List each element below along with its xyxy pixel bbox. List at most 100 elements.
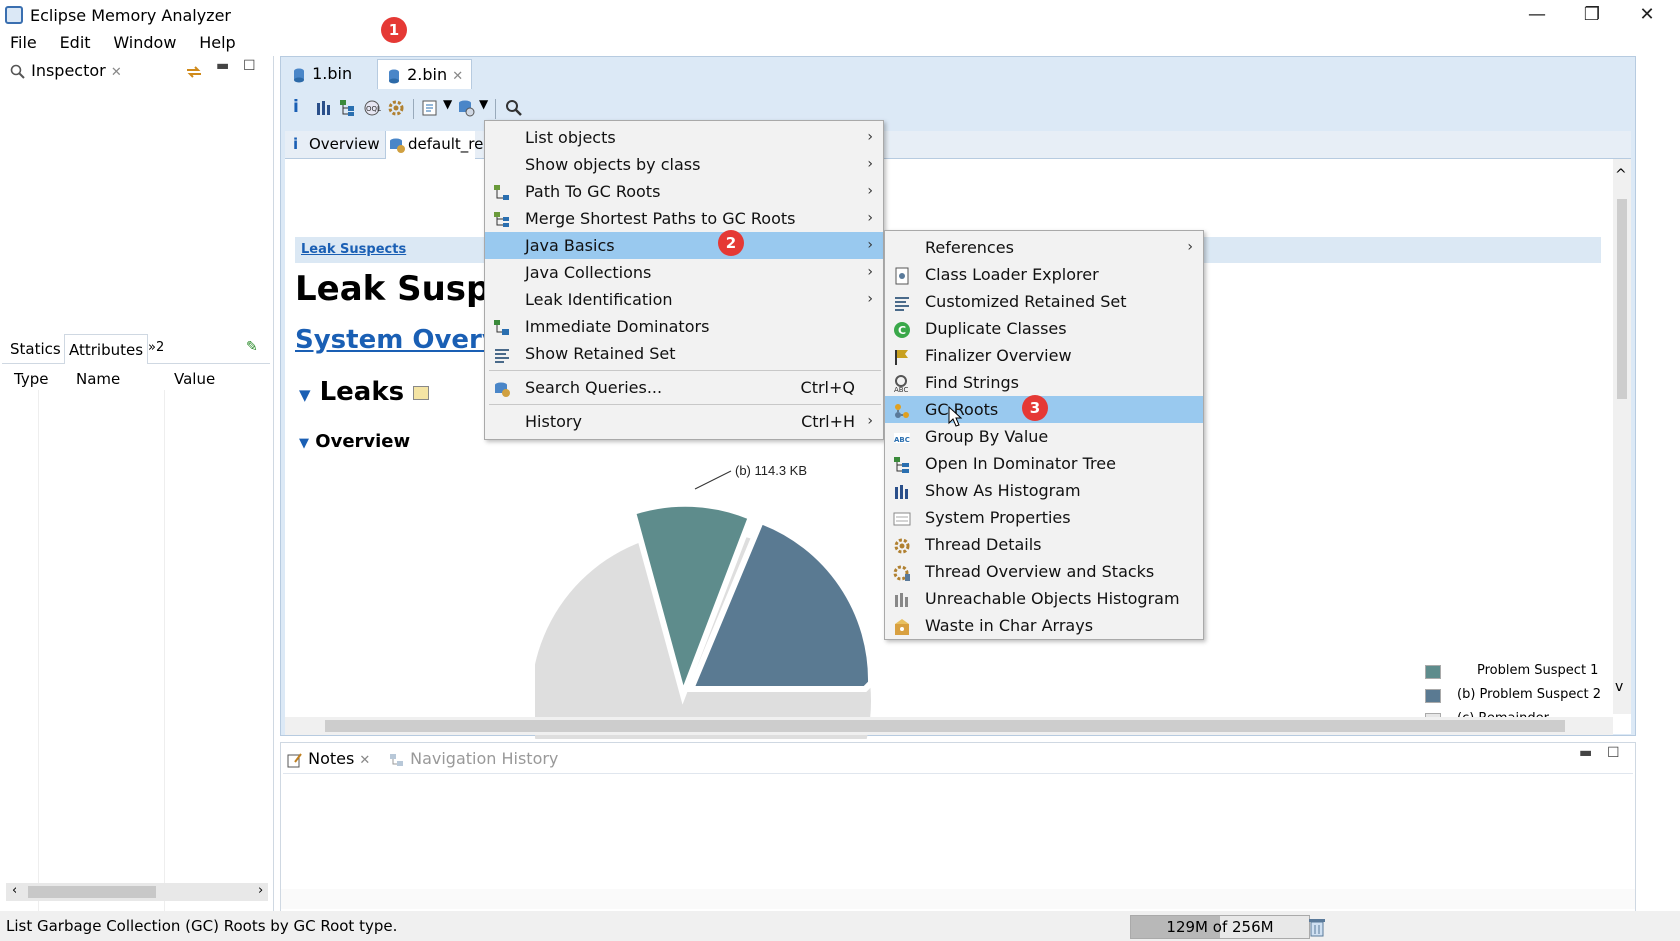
scroll-up-icon[interactable]: ^ bbox=[1615, 167, 1627, 183]
tab-notes[interactable]: Notes ✕ bbox=[287, 749, 370, 768]
thread-icon bbox=[893, 536, 911, 554]
scroll-left-icon[interactable]: ‹ bbox=[12, 883, 17, 898]
sync-icon[interactable] bbox=[184, 62, 204, 82]
close-icon[interactable]: ✕ bbox=[452, 69, 463, 84]
menu-item-show-objects-by-class[interactable]: Show objects by class › bbox=[485, 151, 883, 178]
close-icon[interactable]: ✕ bbox=[111, 65, 122, 80]
search-icon[interactable] bbox=[505, 99, 523, 117]
duplicate-icon: C bbox=[893, 320, 911, 338]
menu-item-path-to-gc-roots[interactable]: Path To GC Roots › bbox=[485, 178, 883, 205]
minimize-button[interactable]: — bbox=[1522, 2, 1552, 28]
system-overview-link[interactable]: System Overv bbox=[295, 325, 499, 355]
report-h-scrollbar[interactable] bbox=[285, 717, 1613, 735]
gear-icon[interactable] bbox=[387, 99, 405, 117]
dominator-tree-icon[interactable] bbox=[339, 99, 357, 117]
menu-item-unreachable-objects-histogram[interactable]: Unreachable Objects Histogram bbox=[885, 585, 1203, 612]
menu-item-duplicate-classes[interactable]: C Duplicate Classes bbox=[885, 315, 1203, 342]
menu-item-find-strings[interactable]: ABC Find Strings bbox=[885, 369, 1203, 396]
tab-statics[interactable]: Statics bbox=[10, 340, 61, 358]
menu-item-label: Show As Histogram bbox=[925, 481, 1081, 500]
retained-icon bbox=[893, 293, 911, 311]
menu-window[interactable]: Window bbox=[103, 30, 184, 52]
legend-swatch bbox=[1425, 689, 1441, 703]
breadcrumb-leak-suspects[interactable]: Leak Suspects bbox=[301, 242, 406, 257]
path-icon bbox=[493, 183, 511, 201]
overview-section[interactable]: ▼ Overview bbox=[299, 431, 410, 452]
notes-h-scrollbar[interactable] bbox=[281, 889, 1635, 909]
inspector-h-scrollbar[interactable]: ‹ › bbox=[6, 883, 268, 901]
submenu-arrow-icon: › bbox=[867, 413, 873, 429]
tab-attributes[interactable]: Attributes bbox=[64, 334, 149, 364]
menu-item-show-as-histogram[interactable]: Show As Histogram bbox=[885, 477, 1203, 504]
collapse-icon[interactable]: ▼ bbox=[299, 386, 311, 404]
minimize-view-icon[interactable]: ▬ bbox=[1579, 745, 1592, 761]
scroll-thumb[interactable] bbox=[325, 720, 1565, 732]
trash-icon[interactable] bbox=[1308, 917, 1326, 937]
menu-edit[interactable]: Edit bbox=[50, 30, 99, 52]
scroll-down-icon[interactable]: v bbox=[1615, 679, 1623, 695]
menu-item-thread-overview-and-stacks[interactable]: Thread Overview and Stacks bbox=[885, 558, 1203, 585]
subtab-overview[interactable]: Overview bbox=[309, 135, 380, 153]
menu-item-search-queries[interactable]: Search Queries... Ctrl+Q bbox=[485, 374, 883, 401]
tab-label: 2.bin bbox=[407, 65, 448, 84]
menu-file[interactable]: File bbox=[0, 30, 45, 52]
menu-item-waste-in-char-arrays[interactable]: Waste in Char Arrays bbox=[885, 612, 1203, 639]
menu-help[interactable]: Help bbox=[189, 30, 243, 52]
report-v-scrollbar[interactable]: ^ v bbox=[1613, 159, 1631, 714]
menu-item-leak-identification[interactable]: Leak Identification › bbox=[485, 286, 883, 313]
menu-item-finalizer-overview[interactable]: Finalizer Overview bbox=[885, 342, 1203, 369]
query-browser-icon[interactable] bbox=[457, 99, 475, 117]
menu-item-open-in-dominator-tree[interactable]: Open In Dominator Tree bbox=[885, 450, 1203, 477]
dropdown-arrow-icon[interactable]: ▼ bbox=[479, 97, 488, 111]
menu-item-merge-shortest-paths-to-gc-roots[interactable]: Merge Shortest Paths to GC Roots › bbox=[485, 205, 883, 232]
classloader-icon bbox=[893, 266, 911, 285]
leaks-section[interactable]: ▼ Leaks bbox=[299, 377, 430, 407]
info-icon[interactable]: i bbox=[293, 97, 299, 117]
tab-overflow[interactable]: »2 bbox=[148, 340, 164, 355]
menu-item-class-loader-explorer[interactable]: Class Loader Explorer bbox=[885, 261, 1203, 288]
menu-item-label: Unreachable Objects Histogram bbox=[925, 589, 1180, 608]
scroll-right-icon[interactable]: › bbox=[258, 883, 263, 898]
scroll-thumb[interactable] bbox=[1617, 199, 1627, 399]
menu-item-thread-details[interactable]: Thread Details bbox=[885, 531, 1203, 558]
menu-item-label: Waste in Char Arrays bbox=[925, 616, 1094, 635]
minimize-view-icon[interactable]: ▬ bbox=[216, 58, 229, 74]
menu-item-customized-retained-set[interactable]: Customized Retained Set bbox=[885, 288, 1203, 315]
app-icon bbox=[5, 6, 23, 24]
dropdown-arrow-icon[interactable]: ▼ bbox=[443, 97, 452, 111]
tab-notes-label: Notes bbox=[308, 749, 355, 768]
tab-2-bin[interactable]: 2.bin ✕ bbox=[377, 59, 473, 89]
leaks-heading: Leaks bbox=[319, 377, 405, 407]
tab-1-bin[interactable]: 1.bin bbox=[283, 59, 360, 89]
column-value[interactable]: Value bbox=[174, 370, 215, 388]
run-report-icon[interactable] bbox=[421, 99, 439, 117]
tab-navigation-history[interactable]: Navigation History bbox=[389, 749, 558, 768]
histogram-icon[interactable] bbox=[315, 99, 333, 117]
restore-button[interactable]: ❐ bbox=[1577, 2, 1607, 28]
menu-item-label: Duplicate Classes bbox=[925, 319, 1067, 338]
inspector-tab[interactable]: Inspector ✕ bbox=[10, 56, 270, 86]
pin-icon[interactable]: ✎ bbox=[246, 339, 258, 355]
oql-icon[interactable]: OQL bbox=[363, 99, 381, 117]
close-icon[interactable]: ✕ bbox=[359, 753, 370, 768]
expand-details-icon[interactable] bbox=[413, 385, 430, 400]
column-name[interactable]: Name bbox=[76, 370, 120, 388]
menu-item-references[interactable]: References › bbox=[885, 234, 1203, 261]
menu-item-system-properties[interactable]: System Properties bbox=[885, 504, 1203, 531]
close-button[interactable]: ✕ bbox=[1632, 2, 1662, 28]
scroll-thumb[interactable] bbox=[28, 886, 156, 898]
column-type[interactable]: Type bbox=[14, 370, 48, 388]
maximize-view-icon[interactable]: ☐ bbox=[1607, 745, 1620, 761]
menu-item-group-by-value[interactable]: ABC Group By Value bbox=[885, 423, 1203, 450]
menu-item-history[interactable]: History Ctrl+H › bbox=[485, 408, 883, 435]
menu-item-java-collections[interactable]: Java Collections › bbox=[485, 259, 883, 286]
maximize-view-icon[interactable]: ☐ bbox=[243, 58, 256, 74]
collapse-icon[interactable]: ▼ bbox=[299, 436, 309, 451]
menu-item-list-objects[interactable]: List objects › bbox=[485, 124, 883, 151]
menu-item-java-basics[interactable]: Java Basics › bbox=[485, 232, 883, 259]
menu-item-show-retained-set[interactable]: Show Retained Set bbox=[485, 340, 883, 367]
menu-item-label: Show objects by class bbox=[525, 155, 701, 174]
menu-item-immediate-dominators[interactable]: Immediate Dominators bbox=[485, 313, 883, 340]
subtab-default-report[interactable]: default_re bbox=[385, 131, 483, 159]
tab-divider bbox=[283, 773, 1633, 774]
